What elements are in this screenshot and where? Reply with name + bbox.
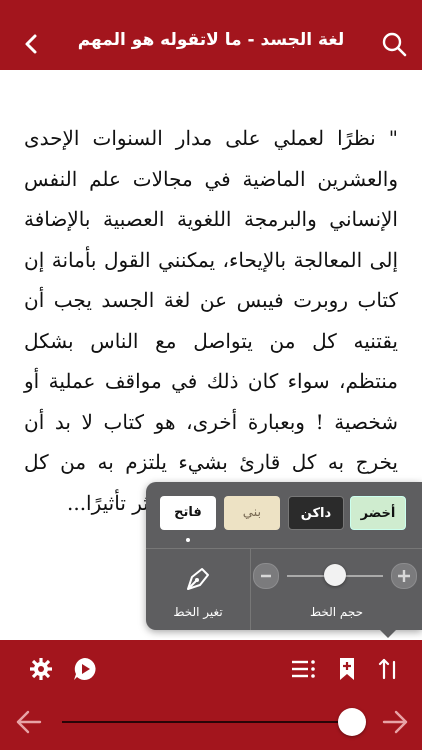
pen-nib-icon	[187, 568, 209, 590]
book-text: " نظرًا لعملي على مدار السنوات الإحدى وا…	[24, 126, 398, 515]
list-icon[interactable]	[290, 656, 316, 682]
font-size-label: حجم الخط	[309, 605, 364, 619]
change-font-label: تغير الخط	[173, 605, 223, 619]
play-audio-icon[interactable]	[72, 656, 98, 682]
search-icon[interactable]	[380, 30, 408, 58]
bottom-toolbar	[0, 640, 422, 750]
chevron-left-icon[interactable]	[18, 30, 46, 58]
plus-icon[interactable]	[391, 563, 417, 589]
minus-icon[interactable]	[253, 563, 279, 589]
change-font-button[interactable]: تغير الخط	[146, 549, 250, 630]
popup-pointer	[378, 628, 398, 638]
theme-light-button[interactable]: فاتح	[160, 496, 216, 530]
reader-settings-popup: أخضر داكن بني فاتح تغير الخط حجم الخط	[146, 482, 422, 638]
page-progress-handle[interactable]	[338, 708, 367, 736]
top-bar: لغة الجسد - ما لاتقوله هو المهم	[0, 0, 422, 70]
arrow-left-icon[interactable]	[14, 708, 44, 736]
arrow-right-icon[interactable]	[380, 708, 410, 736]
bookmark-add-icon[interactable]	[334, 656, 360, 682]
book-title: لغة الجسد - ما لاتقوله هو المهم	[77, 30, 345, 50]
sort-icon[interactable]	[376, 656, 402, 682]
page-progress-slider[interactable]	[62, 721, 358, 723]
theme-dark-button[interactable]: داكن	[288, 496, 344, 530]
font-size-slider-handle[interactable]	[324, 564, 346, 586]
theme-green-button[interactable]: أخضر	[350, 496, 406, 530]
font-size-control: حجم الخط	[251, 549, 422, 630]
selected-theme-indicator	[186, 538, 190, 542]
settings-icon[interactable]	[28, 656, 54, 682]
theme-brown-button[interactable]: بني	[224, 496, 280, 530]
